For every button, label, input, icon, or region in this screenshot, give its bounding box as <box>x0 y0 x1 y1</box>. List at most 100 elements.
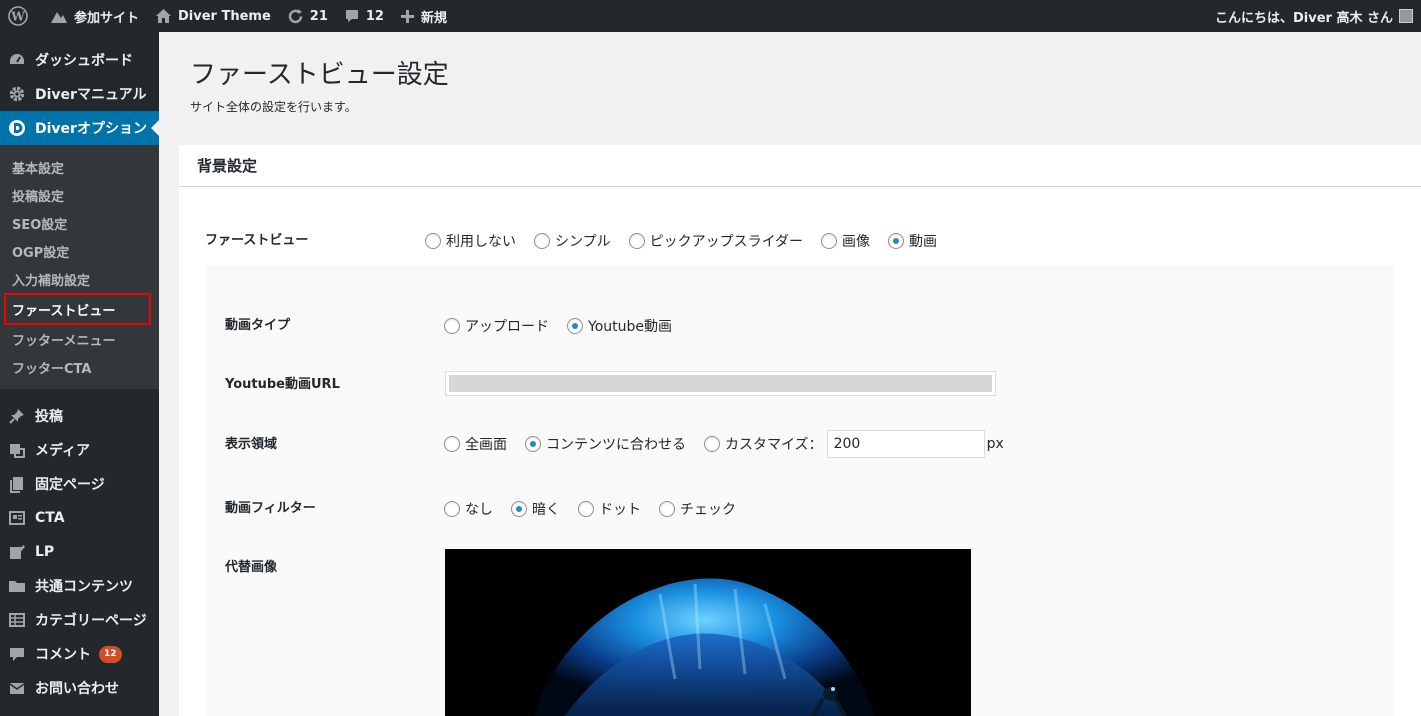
radio-button[interactable] <box>628 233 645 249</box>
submenu-post[interactable]: 投稿設定 <box>0 181 159 209</box>
sites-icon <box>51 12 67 23</box>
menu-lp[interactable]: LP <box>0 535 159 569</box>
cta-icon <box>8 509 26 527</box>
menu-media[interactable]: メディア <box>0 433 159 467</box>
radio-button[interactable] <box>578 501 594 517</box>
menu-label: カテゴリーページ <box>35 613 147 629</box>
radio-button-selected[interactable] <box>511 501 527 517</box>
menu-common-content[interactable]: 共通コンテンツ <box>0 569 159 603</box>
grid-icon <box>8 611 26 629</box>
firstview-option-video[interactable]: 動画 <box>888 231 937 251</box>
radio-button[interactable] <box>444 501 460 517</box>
video-filter-option-check[interactable]: チェック <box>659 499 736 519</box>
updates-count: 21 <box>309 8 328 24</box>
page-description: サイト全体の設定を行います。 <box>190 100 357 114</box>
theme-name: Diver Theme <box>178 8 271 24</box>
menu-label: コメント <box>35 647 91 663</box>
comment-bubble-icon <box>345 10 358 22</box>
radio-button[interactable] <box>444 318 460 334</box>
menu-dashboard[interactable]: ダッシュボード <box>0 43 159 77</box>
option-label: チェック <box>680 502 736 518</box>
radio-button-selected[interactable] <box>525 436 541 452</box>
menu-label: 固定ページ <box>35 477 105 493</box>
menu-posts[interactable]: 投稿 <box>0 399 159 433</box>
page-title: ファーストビュー設定 <box>190 60 449 90</box>
video-filter-option-dark[interactable]: 暗く <box>511 499 560 519</box>
main-content: ファーストビュー設定 サイト全体の設定を行います。 背景設定 ファーストビュー … <box>159 32 1421 716</box>
menu-label: LP <box>35 544 55 560</box>
radio-button[interactable] <box>821 233 838 249</box>
display-area-option-fit-content[interactable]: コンテンツに合わせる <box>525 434 686 454</box>
option-label: カスタマイズ： <box>725 437 823 453</box>
firstview-option-none[interactable]: 利用しない <box>425 231 516 251</box>
radio-button[interactable] <box>444 436 460 452</box>
display-area-option-custom[interactable]: カスタマイズ： <box>704 434 823 454</box>
radio-button[interactable] <box>659 501 675 517</box>
option-label: 全画面 <box>465 437 507 453</box>
wordpress-logo-icon[interactable]: W <box>0 0 42 32</box>
menu-label: CTA <box>35 510 65 526</box>
dashboard-icon <box>8 51 26 69</box>
radio-button[interactable] <box>534 233 550 249</box>
video-filter-option-dot[interactable]: ドット <box>578 499 641 519</box>
radio-button[interactable] <box>704 436 720 452</box>
admin-sidebar: ダッシュボード Diverマニュアル Diverオプション 基本設定 投稿設定 … <box>0 32 159 716</box>
menu-label: 共通コンテンツ <box>35 579 133 595</box>
submenu-firstview[interactable]: ファーストビュー <box>4 293 151 325</box>
submenu-footer-menu[interactable]: フッターメニュー <box>0 325 159 353</box>
fallback-image-preview[interactable] <box>445 549 971 716</box>
video-type-option-youtube[interactable]: Youtube動画 <box>567 316 672 336</box>
radio-button-selected[interactable] <box>888 233 905 249</box>
submenu-footer-cta[interactable]: フッターCTA <box>0 353 159 381</box>
option-label: ピックアップスライダー <box>649 234 804 250</box>
firstview-option-simple[interactable]: シンプル <box>534 231 611 251</box>
firstview-option-slider[interactable]: ピックアップスライダー <box>628 231 804 251</box>
menu-cta[interactable]: CTA <box>0 501 159 535</box>
youtube-url-input[interactable] <box>445 371 996 396</box>
menu-comments[interactable]: コメント 12 <box>0 637 159 671</box>
video-filter-option-none[interactable]: なし <box>444 499 493 519</box>
media-icon <box>8 441 26 459</box>
theme-site-link[interactable]: Diver Theme <box>147 0 279 32</box>
option-label: 画像 <box>842 234 871 250</box>
page-icon <box>8 475 26 493</box>
account-menu[interactable]: こんにちは、Diver 高木 さん <box>1215 7 1421 26</box>
custom-height-input[interactable]: 200 <box>826 430 985 458</box>
avatar <box>1399 9 1413 23</box>
menu-label: メディア <box>35 443 91 459</box>
option-label: アップロード <box>465 319 549 335</box>
submenu-seo[interactable]: SEO設定 <box>0 209 159 237</box>
option-label: シンプル <box>555 234 611 250</box>
option-label: 動画 <box>909 234 938 250</box>
menu-diver-manual[interactable]: Diverマニュアル <box>0 77 159 111</box>
submenu-basic[interactable]: 基本設定 <box>0 153 159 181</box>
comments-link[interactable]: 12 <box>336 0 392 32</box>
radio-button-selected[interactable] <box>567 318 583 334</box>
display-area-option-fullscreen[interactable]: 全画面 <box>444 434 507 454</box>
menu-category-page[interactable]: カテゴリーページ <box>0 603 159 637</box>
admin-bar: W 参加サイト Diver Theme 21 12 新規 こんにちは、Diver… <box>0 0 1421 32</box>
redacted-url-value <box>449 375 992 392</box>
submenu-input-assist[interactable]: 入力補助設定 <box>0 265 159 293</box>
mail-icon <box>8 679 26 697</box>
menu-pages[interactable]: 固定ページ <box>0 467 159 501</box>
firstview-label: ファーストビュー <box>205 233 309 248</box>
radio-button[interactable] <box>425 233 441 249</box>
menu-label: ダッシュボード <box>35 53 133 69</box>
new-content-link[interactable]: 新規 <box>392 0 455 32</box>
section-title: 背景設定 <box>179 145 1421 187</box>
plus-icon <box>400 9 414 23</box>
site-name-link[interactable]: 参加サイト <box>42 0 147 32</box>
menu-diver-options[interactable]: Diverオプション <box>0 111 159 145</box>
youtube-url-label: Youtube動画URL <box>225 377 340 392</box>
updates-link[interactable]: 21 <box>279 0 336 32</box>
video-filter-radio-group: なし 暗く ドット チェック <box>444 499 754 519</box>
video-type-option-upload[interactable]: アップロード <box>444 316 549 336</box>
option-label: コンテンツに合わせる <box>546 437 686 453</box>
comments-count: 12 <box>365 8 384 24</box>
menu-label: Diverマニュアル <box>35 87 147 103</box>
submenu-ogp[interactable]: OGP設定 <box>0 237 159 265</box>
firstview-option-image[interactable]: 画像 <box>821 231 870 251</box>
menu-contact[interactable]: お問い合わせ <box>0 671 159 705</box>
video-type-radio-group: アップロード Youtube動画 <box>444 316 690 336</box>
